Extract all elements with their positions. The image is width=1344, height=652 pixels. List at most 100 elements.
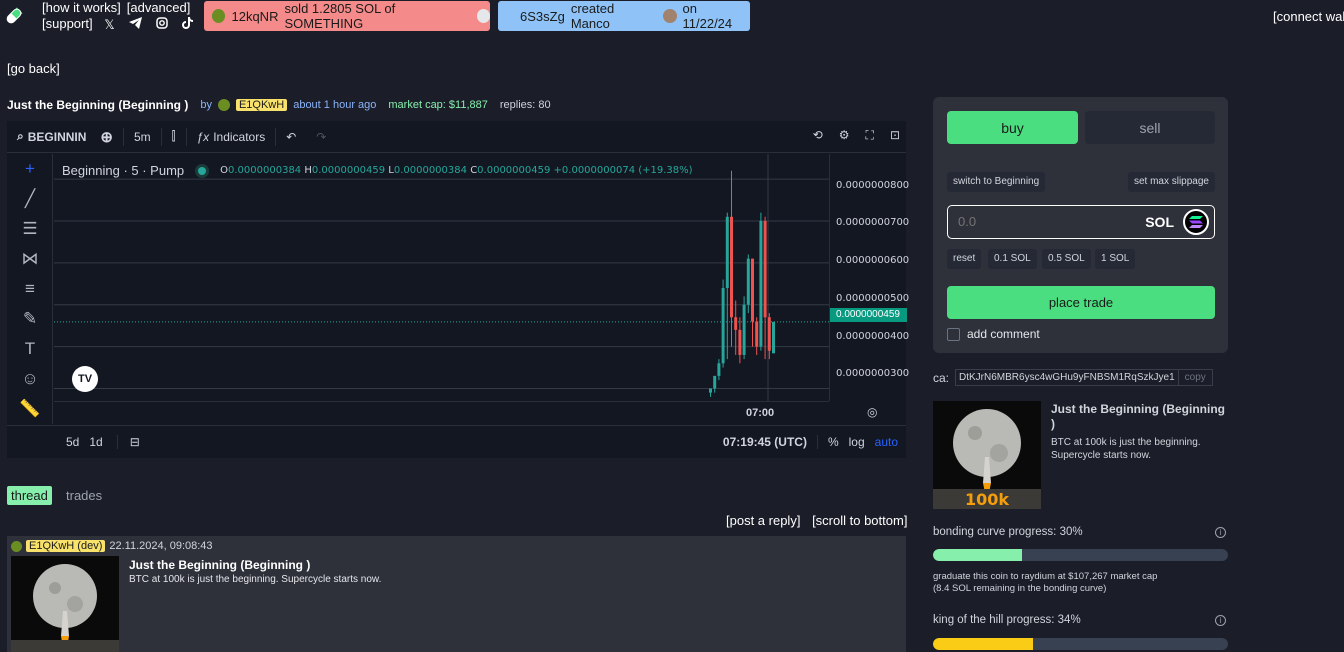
coin-info-title: Just the Beginning (Beginning ) <box>1051 402 1225 431</box>
tiktok-icon[interactable] <box>181 16 193 33</box>
tab-trades[interactable]: trades <box>66 488 102 503</box>
settings-icon[interactable]: ⚙ <box>839 128 850 143</box>
text-icon[interactable]: T <box>7 334 53 364</box>
redo-icon[interactable]: ↷ <box>306 128 336 146</box>
fullscreen-icon[interactable]: ⛶ <box>866 128 874 143</box>
camera-icon[interactable]: ⊡ <box>890 128 900 143</box>
connect-wallet-button[interactable]: [connect wal <box>1273 9 1344 24</box>
candle <box>725 212 729 360</box>
coin-avatar-icon <box>476 9 490 23</box>
ruler-icon[interactable]: 📏 <box>7 394 53 424</box>
scroll-bottom-link[interactable]: [scroll to bottom] <box>812 513 907 528</box>
preset-0.5-sol[interactable]: 0.5 SOL <box>1042 249 1091 269</box>
telegram-icon[interactable] <box>128 16 142 33</box>
pattern-icon[interactable]: ⋈ <box>7 244 53 274</box>
interval-button[interactable]: 5m <box>124 127 162 146</box>
coin-image-text: 100k <box>965 490 1009 509</box>
range-5d[interactable]: 5d <box>66 435 79 449</box>
post-timestamp: 22.11.2024, 09:08:43 <box>109 540 213 552</box>
y-tick: 0.0000000700 <box>836 217 910 228</box>
chart-plot-area[interactable]: TV <box>54 154 829 401</box>
chart-toolbar: ⌕ BEGINNIN ⊕ 5m ⫿ ƒx Indicators ↶ ↷ ⟲ ⚙ … <box>7 121 906 153</box>
info-icon[interactable]: i <box>1215 614 1226 626</box>
coin-title: Just the Beginning (Beginning ) <box>7 98 189 112</box>
candle <box>772 321 775 354</box>
candle-body <box>709 388 712 393</box>
emoji-icon[interactable]: ☺ <box>7 364 53 394</box>
candle <box>709 388 712 397</box>
create-ticker[interactable]: 6S3sZg created Manco on 11/22/24 <box>498 1 750 31</box>
bonding-label: bonding curve progress: 30% <box>933 526 1083 538</box>
tradingview-logo-icon[interactable]: TV <box>72 366 98 392</box>
x-icon[interactable]: 𝕏 <box>104 17 114 33</box>
candle-body <box>734 317 738 330</box>
checkbox-icon[interactable] <box>947 327 960 341</box>
preset-0.1-sol[interactable]: 0.1 SOL <box>988 249 1037 269</box>
candle-body <box>767 317 771 351</box>
candle <box>746 254 750 314</box>
preset-1-sol[interactable]: 1 SOL <box>1095 249 1136 269</box>
fib-icon[interactable]: ☰ <box>7 214 53 244</box>
log-toggle[interactable]: log <box>849 435 865 449</box>
instagram-icon[interactable] <box>155 16 168 33</box>
time-axis[interactable]: 07:00 ◎ <box>54 401 877 425</box>
current-price-label: 0.0000000459 <box>830 308 907 322</box>
bonding-header: bonding curve progress: 30% i <box>933 526 1228 538</box>
support-link[interactable]: [support] <box>42 16 93 31</box>
candle-type-icon[interactable]: ⫿ <box>162 127 187 146</box>
candle-body <box>746 258 750 305</box>
buy-tab-button[interactable]: buy <box>947 111 1078 144</box>
axis-settings-icon[interactable]: ◎ <box>867 405 877 419</box>
auto-toggle[interactable]: auto <box>875 435 898 449</box>
brush-icon[interactable]: ✎ <box>7 304 53 334</box>
candle <box>730 170 733 347</box>
solana-icon <box>1183 209 1209 235</box>
max-slippage-button[interactable]: set max slippage <box>1127 172 1215 192</box>
ca-value[interactable]: DtKJrN6MBR6ysc4wGHu9yFNBSM1RqSzkJye1 <box>955 369 1179 386</box>
sell-tab-button[interactable]: sell <box>1085 111 1215 144</box>
candle <box>742 296 746 360</box>
bonding-progress-fill <box>933 549 1022 561</box>
graduate-line1: graduate this coin to raydium at $107,26… <box>933 571 1158 582</box>
measure-lines-icon[interactable]: ≡ <box>7 274 53 304</box>
replay-icon[interactable]: ⟲ <box>813 128 823 143</box>
pill-logo-icon[interactable] <box>4 6 24 26</box>
drawing-toolbar: + ╱ ☰ ⋈ ≡ ✎ T ☺ 📏 <box>7 154 53 424</box>
copy-button[interactable]: copy <box>1177 369 1213 386</box>
trendline-icon[interactable]: ╱ <box>7 184 53 214</box>
creator-badge[interactable]: E1QKwH <box>235 99 288 111</box>
crosshair-icon[interactable]: + <box>7 154 53 184</box>
amount-input[interactable] <box>958 214 1138 229</box>
advanced-link[interactable]: [advanced] <box>127 0 191 15</box>
price-chart[interactable]: ⌕ BEGINNIN ⊕ 5m ⫿ ƒx Indicators ↶ ↷ ⟲ ⚙ … <box>7 121 910 458</box>
add-comment-checkbox[interactable]: add comment <box>947 327 1040 341</box>
percent-toggle[interactable]: % <box>816 435 839 449</box>
symbol-search[interactable]: ⌕ BEGINNIN ⊕ <box>7 127 124 146</box>
add-symbol-icon[interactable]: ⊕ <box>100 128 113 146</box>
indicators-button[interactable]: ƒx Indicators <box>187 127 277 146</box>
range-1d[interactable]: 1d <box>89 435 102 449</box>
calendar-icon[interactable]: ⊟ <box>116 435 140 449</box>
info-icon[interactable]: i <box>1215 526 1226 538</box>
tab-thread[interactable]: thread <box>7 486 52 505</box>
undo-icon[interactable]: ↶ <box>276 128 306 146</box>
ticker-text: created Manco <box>570 1 615 31</box>
author-badge[interactable]: E1QKwH (dev) <box>26 540 106 552</box>
post-reply-link[interactable]: [post a reply] <box>726 513 800 528</box>
header-links: [how it works] [advanced] [support] 𝕏 <box>42 0 205 33</box>
post-image <box>11 556 119 652</box>
price-axis[interactable]: 0.0000000800 0.0000000700 0.0000000600 0… <box>829 154 910 401</box>
candle-body <box>713 375 717 389</box>
clock-readout[interactable]: 07:19:45 (UTC) <box>723 435 807 449</box>
search-icon: ⌕ <box>17 129 24 143</box>
switch-token-button[interactable]: switch to Beginning <box>947 172 1046 192</box>
go-back-link[interactable]: [go back] <box>7 61 60 76</box>
how-it-works-link[interactable]: [how it works] <box>42 0 121 15</box>
candle-body <box>725 216 729 288</box>
reset-button[interactable]: reset <box>947 249 982 269</box>
candle <box>759 212 763 351</box>
trade-ticker[interactable]: 12kqNR sold 1.2805 SOL of SOMETHING <box>204 1 490 31</box>
amount-field[interactable]: SOL <box>947 205 1215 239</box>
replies-count: replies: 80 <box>499 99 551 111</box>
place-trade-button[interactable]: place trade <box>947 286 1215 319</box>
